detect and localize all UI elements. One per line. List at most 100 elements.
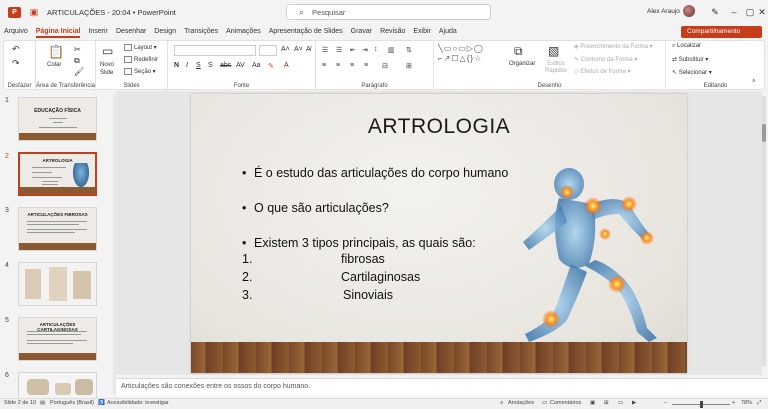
share-button[interactable]: Compartilhamento bbox=[681, 26, 762, 38]
slide-sorter-icon[interactable]: ⊞ bbox=[604, 400, 609, 406]
minimize-icon[interactable]: – bbox=[726, 4, 742, 20]
tab-inserir[interactable]: Inserir bbox=[84, 28, 111, 35]
paste-button[interactable]: Colar bbox=[47, 62, 61, 68]
notes-icon[interactable]: ≡ bbox=[500, 400, 503, 406]
runner-skeleton-image[interactable] bbox=[501, 164, 671, 349]
pen-icon[interactable]: ✎ bbox=[707, 4, 723, 20]
notes-text[interactable]: Articulações são conexões entre os ossos… bbox=[121, 383, 310, 390]
paste-icon[interactable]: 📋 bbox=[48, 44, 64, 60]
new-slide-icon[interactable]: ▭ bbox=[102, 44, 113, 58]
spacing-icon[interactable]: AV bbox=[236, 62, 245, 69]
tab-apresentacao[interactable]: Apresentação de Slides bbox=[265, 28, 347, 35]
font-color-icon[interactable]: A bbox=[284, 62, 289, 69]
tab-animacoes[interactable]: Animações bbox=[222, 28, 265, 35]
justify-icon[interactable]: ≡ bbox=[364, 62, 368, 69]
spellcheck-icon[interactable]: ▤ bbox=[40, 400, 45, 406]
fit-slide-icon[interactable]: ⤢ bbox=[757, 400, 761, 407]
slide-title[interactable]: ARTROLOGIA bbox=[191, 115, 687, 139]
underline-icon[interactable]: S bbox=[196, 62, 201, 69]
comments-icon[interactable]: ▭ bbox=[542, 400, 547, 406]
quick-styles-icon[interactable]: ▧ bbox=[548, 44, 559, 58]
highlight-icon[interactable]: ✎ bbox=[268, 62, 274, 70]
line-spacing-icon[interactable]: ↕ bbox=[374, 46, 378, 53]
shape-fill-button[interactable]: ◈ Preenchimento da Forma ▾ bbox=[574, 43, 653, 50]
shapes-gallery[interactable]: ╲▭○▭▷◯ ⌐↗☐△{}☆ bbox=[438, 44, 502, 74]
tab-ajuda[interactable]: Ajuda bbox=[435, 28, 461, 35]
tab-pagina-inicial[interactable]: Página Inicial bbox=[32, 28, 85, 38]
increase-indent-icon[interactable]: ⇥ bbox=[362, 46, 368, 54]
new-slide-button[interactable]: Novo Slide bbox=[100, 61, 120, 77]
zoom-out-icon[interactable]: − bbox=[664, 400, 667, 406]
arrange-icon[interactable]: ⧉ bbox=[514, 44, 523, 59]
section-button[interactable]: Seção ▾ bbox=[124, 68, 156, 75]
slide-scrollbar-thumb[interactable] bbox=[762, 124, 766, 142]
user-name[interactable]: Alex Araujo bbox=[647, 8, 680, 15]
align-left-icon[interactable]: ≡ bbox=[322, 62, 326, 69]
slide-thumbnail-6[interactable] bbox=[18, 372, 97, 398]
cut-icon[interactable]: ✂ bbox=[74, 45, 81, 54]
zoom-level[interactable]: 78% bbox=[741, 400, 752, 406]
tab-exibir[interactable]: Exibir bbox=[409, 28, 435, 35]
reading-view-icon[interactable]: ▭ bbox=[618, 400, 623, 406]
strikethrough-icon[interactable]: abc bbox=[220, 62, 231, 69]
shape-outline-button[interactable]: ✎ Contorno da Forma ▾ bbox=[574, 56, 637, 63]
redo-icon[interactable]: ↷ bbox=[12, 58, 20, 69]
align-center-icon[interactable]: ≡ bbox=[336, 62, 340, 69]
tab-desenhar[interactable]: Desenhar bbox=[112, 28, 150, 35]
shrink-font-icon[interactable]: A˅ bbox=[294, 46, 303, 53]
text-direction-icon[interactable]: ⇅ bbox=[406, 46, 412, 54]
slide-thumbnail-5[interactable]: ARTICULAÇÕES CARTILAGINOSAS bbox=[18, 317, 97, 361]
tab-revisao[interactable]: Revisão bbox=[376, 28, 409, 35]
zoom-in-icon[interactable]: + bbox=[732, 400, 735, 406]
align-text-icon[interactable]: ⊟ bbox=[382, 62, 388, 70]
joint-type[interactable]: Sinoviais bbox=[343, 288, 393, 302]
select-button[interactable]: ↖ Selecionar ▾ bbox=[672, 69, 712, 76]
slide-thumbnail-4[interactable] bbox=[18, 262, 97, 306]
avatar[interactable] bbox=[683, 5, 695, 17]
numbering-icon[interactable]: ☰ bbox=[336, 46, 342, 54]
slide-thumbnail-2[interactable]: ARTROLOGIA bbox=[18, 152, 97, 196]
tab-gravar[interactable]: Gravar bbox=[347, 28, 376, 35]
align-right-icon[interactable]: ≡ bbox=[350, 62, 354, 69]
bold-icon[interactable]: N bbox=[174, 62, 179, 69]
normal-view-icon[interactable]: ▣ bbox=[590, 400, 595, 406]
grow-font-icon[interactable]: A˄ bbox=[281, 46, 290, 53]
comments-button[interactable]: Comentários bbox=[550, 400, 581, 406]
format-painter-icon[interactable]: 🖌 bbox=[74, 67, 84, 76]
save-icon[interactable]: ▣ bbox=[29, 7, 39, 17]
font-name-select[interactable] bbox=[174, 45, 256, 56]
arrange-button[interactable]: Organizar bbox=[509, 61, 535, 67]
notes-button[interactable]: Anotações bbox=[508, 400, 534, 406]
columns-icon[interactable]: ▥ bbox=[388, 46, 395, 54]
slide-thumbnail-3[interactable]: ARTICULAÇÕES FIBROSAS bbox=[18, 207, 97, 251]
shadow-icon[interactable]: S bbox=[208, 62, 213, 69]
tab-transicoes[interactable]: Transições bbox=[180, 28, 222, 35]
slide-bullet[interactable]: Existem 3 tipos principais, as quais são… bbox=[242, 236, 476, 250]
undo-icon[interactable]: ↶ bbox=[12, 44, 20, 55]
case-icon[interactable]: Aa bbox=[252, 62, 261, 69]
zoom-slider-knob[interactable] bbox=[700, 401, 703, 408]
search-box[interactable]: ⌕ Pesquisar bbox=[286, 4, 491, 20]
replace-button[interactable]: ⇄ Substituir ▾ bbox=[672, 56, 708, 63]
accessibility-status[interactable]: Acessibilidade: investigar bbox=[107, 400, 169, 406]
slideshow-icon[interactable]: ▶ bbox=[632, 400, 636, 406]
slide-bullet[interactable]: É o estudo das articulações do corpo hum… bbox=[242, 166, 508, 180]
italic-icon[interactable]: I bbox=[186, 62, 188, 69]
smartart-icon[interactable]: ⊞ bbox=[406, 62, 412, 70]
quick-styles-button[interactable]: Estilos Rápidos bbox=[542, 61, 570, 75]
slide-bullet[interactable]: O que são articulações? bbox=[242, 201, 389, 215]
reset-button[interactable]: Redefinir bbox=[124, 56, 158, 63]
joint-type[interactable]: fibrosas bbox=[341, 252, 385, 266]
find-button[interactable]: ⌕ Localizar bbox=[672, 43, 701, 50]
notes-pane[interactable]: Articulações são conexões entre os ossos… bbox=[116, 378, 768, 396]
current-slide[interactable]: ARTROLOGIA É o estudo das articulações d… bbox=[191, 94, 687, 373]
tab-arquivo[interactable]: Arquivo bbox=[0, 28, 32, 35]
decrease-indent-icon[interactable]: ⇤ bbox=[350, 46, 356, 54]
clear-format-icon[interactable]: A̸ bbox=[306, 46, 311, 53]
copy-icon[interactable]: ⧉ bbox=[74, 56, 80, 66]
bullets-icon[interactable]: ☰ bbox=[322, 46, 328, 54]
layout-button[interactable]: Layout ▾ bbox=[124, 44, 157, 51]
close-icon[interactable]: ✕ bbox=[756, 4, 768, 20]
accessibility-icon[interactable]: ♿ bbox=[98, 400, 105, 406]
font-size-select[interactable] bbox=[259, 45, 277, 56]
